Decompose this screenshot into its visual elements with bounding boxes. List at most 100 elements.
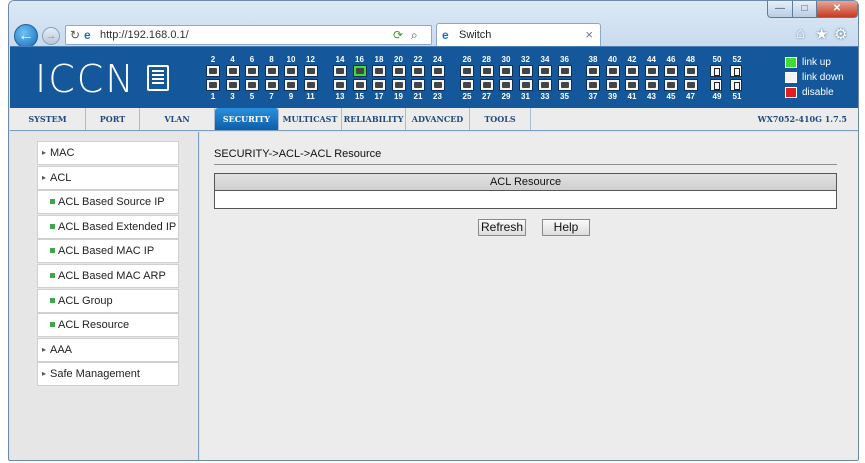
port-38[interactable] [586, 65, 600, 77]
port-13[interactable] [333, 79, 347, 91]
fiber-label-top: 50 [712, 55, 722, 64]
close-window-button[interactable]: ✕ [816, 1, 858, 18]
address-bar[interactable]: ↻ e http://192.168.0.1/ ⟳ ⌕ [65, 25, 432, 45]
tab-system[interactable]: SYSTEM [10, 108, 86, 130]
port-3[interactable] [225, 79, 240, 91]
sidebar-item-mac[interactable]: ▸ MAC [37, 141, 179, 165]
port-2[interactable] [206, 65, 220, 77]
main-menu: SYSTEM PORT VLAN SECURITY MULTICAST RELIABILI… [10, 108, 858, 131]
tab-reliability[interactable]: RELIABILITY [342, 108, 406, 130]
tab-multicast[interactable]: MULTICAST [279, 108, 342, 130]
refresh-icon[interactable]: ↻ [70, 28, 80, 42]
port-11[interactable] [303, 79, 318, 91]
port-37[interactable] [586, 79, 600, 91]
port-40[interactable] [605, 65, 620, 77]
switch-banner: ICCN 2 1 4 3 6 5 8 7 10 9 12 11 14 13 16 15 18 17 20 19 22 21… [10, 46, 858, 108]
compatibility-icon[interactable]: ⟳ [393, 28, 403, 42]
port-25[interactable] [460, 79, 474, 91]
port-39[interactable] [605, 79, 620, 91]
fiber-port-49[interactable] [710, 79, 722, 91]
search-icon[interactable]: ⌕ [411, 28, 418, 43]
legend-label: link down [802, 72, 844, 83]
port-23[interactable] [430, 79, 445, 91]
port-16[interactable] [352, 65, 367, 77]
sidebar-item-acl-based-mac-ip[interactable]: ACL Based MAC IP [37, 239, 179, 264]
port-label-bottom: 3 [230, 92, 235, 101]
tab-close-icon[interactable]: × [585, 27, 593, 42]
port-35[interactable] [557, 79, 572, 91]
gear-icon[interactable]: ⚙ [834, 25, 847, 43]
port-10[interactable] [284, 65, 298, 77]
fiber-port-51[interactable] [730, 79, 742, 91]
sidebar-item-acl-resource[interactable]: ACL Resource [37, 313, 179, 338]
port-label-top: 46 [666, 55, 676, 64]
port-22[interactable] [411, 65, 425, 77]
minimize-button[interactable]: — [767, 1, 793, 18]
port-48[interactable] [683, 65, 698, 77]
port-label-top: 24 [433, 55, 442, 64]
sidebar-item-aaa[interactable]: ▸ AAA [37, 337, 179, 362]
port-12[interactable] [303, 65, 318, 77]
port-28[interactable] [479, 65, 494, 77]
fiber-port-50[interactable] [710, 65, 722, 77]
port-14[interactable] [333, 65, 347, 77]
forward-arrow-icon[interactable]: → [42, 27, 60, 45]
port-30[interactable] [499, 65, 513, 77]
port-9[interactable] [284, 79, 298, 91]
port-27[interactable] [479, 79, 494, 91]
sidebar-item-acl-based-mac-arp[interactable]: ACL Based MAC ARP [37, 264, 179, 288]
sidebar-item-acl-based-extended-ip[interactable]: ACL Based Extended IP [37, 214, 179, 239]
port-17[interactable] [372, 79, 386, 91]
port-label-bottom: 13 [335, 92, 345, 101]
star-icon[interactable]: ★ [815, 25, 828, 43]
sidebar-item-acl-group[interactable]: ACL Group [37, 288, 179, 313]
tab-security[interactable]: SECURITY [215, 108, 279, 130]
sidebar-item-acl-based-source-ip[interactable]: ACL Based Source IP [37, 190, 179, 215]
home-icon[interactable]: ⌂ [796, 25, 805, 42]
port-47[interactable] [683, 79, 698, 91]
help-button[interactable]: Help [542, 219, 590, 236]
port-8[interactable] [264, 65, 279, 77]
refresh-button[interactable]: Refresh [478, 219, 526, 236]
tab-switch[interactable]: e Switch × [436, 23, 601, 46]
port-1[interactable] [206, 79, 220, 91]
port-19[interactable] [391, 79, 406, 91]
ie-logo-icon: e [84, 28, 91, 42]
port-21[interactable] [411, 79, 425, 91]
port-46[interactable] [664, 65, 678, 77]
port-20[interactable] [391, 65, 406, 77]
port-32[interactable] [518, 65, 533, 77]
port-43[interactable] [644, 79, 659, 91]
port-18[interactable] [372, 65, 386, 77]
port-41[interactable] [625, 79, 639, 91]
port-33[interactable] [538, 79, 552, 91]
address-url[interactable]: http://192.168.0.1/ [100, 29, 189, 41]
maximize-button[interactable]: □ [792, 1, 817, 18]
port-5[interactable] [245, 79, 259, 91]
port-24[interactable] [430, 65, 445, 77]
sidebar-item-label: ACL Based Source IP [58, 196, 165, 209]
port-44[interactable] [644, 65, 659, 77]
firmware-version: WX7052-410G 1.7.5 [757, 114, 847, 124]
back-arrow-icon[interactable]: ← [14, 24, 38, 48]
port-31[interactable] [518, 79, 533, 91]
sidebar-item-safe-management[interactable]: ▸ Safe Management [37, 362, 179, 387]
port-label-top: 12 [306, 55, 315, 64]
port-42[interactable] [625, 65, 639, 77]
port-15[interactable] [352, 79, 367, 91]
port-45[interactable] [664, 79, 678, 91]
tab-advanced[interactable]: ADVANCED [406, 108, 470, 130]
fiber-port-52[interactable] [730, 65, 742, 77]
port-label-bottom: 31 [521, 92, 530, 101]
port-26[interactable] [460, 65, 474, 77]
port-6[interactable] [245, 65, 259, 77]
port-7[interactable] [264, 79, 279, 91]
tab-tools[interactable]: TOOLS [470, 108, 531, 130]
port-36[interactable] [557, 65, 572, 77]
tab-port[interactable]: PORT [86, 108, 140, 130]
tab-vlan[interactable]: VLAN [140, 108, 215, 130]
port-29[interactable] [499, 79, 513, 91]
port-34[interactable] [538, 65, 552, 77]
port-4[interactable] [225, 65, 240, 77]
sidebar-item-acl[interactable]: ▸ ACL [37, 165, 179, 190]
